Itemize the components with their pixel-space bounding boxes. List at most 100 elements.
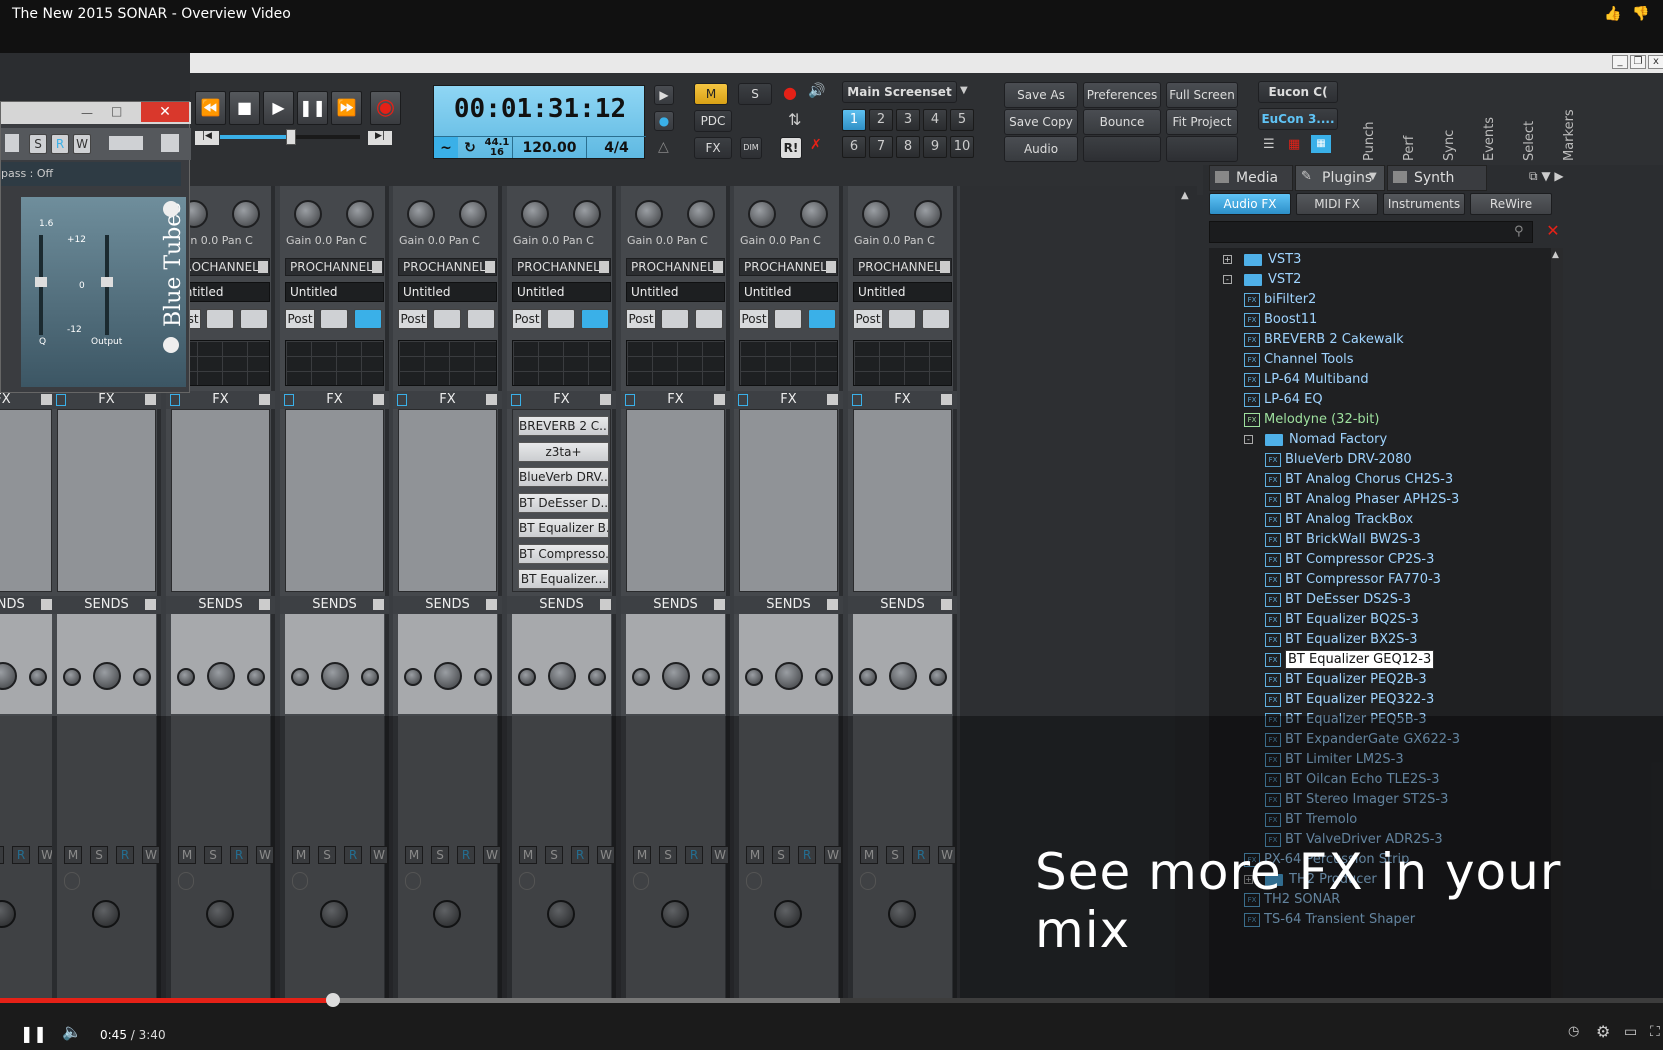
send-pan-knob[interactable] <box>291 668 309 686</box>
list-view-icon[interactable]: ☰ <box>1263 137 1275 152</box>
gear-icon[interactable] <box>163 201 179 217</box>
eucon-button-2[interactable]: EuCon 3.... <box>1258 108 1338 130</box>
prochannel-toggle-icon[interactable] <box>599 261 609 273</box>
tree-item[interactable]: FX BT Equalizer BQ2S-3 <box>1265 610 1419 630</box>
tree-item[interactable]: FX BT Analog Chorus CH2S-3 <box>1265 470 1453 490</box>
full-screen-button[interactable]: Full Screen <box>1166 82 1238 108</box>
send-level-knob[interactable] <box>321 662 349 690</box>
send-pan-knob[interactable] <box>518 668 536 686</box>
tree-folder[interactable]: - VST2 <box>1223 270 1301 290</box>
solo-button[interactable]: S <box>738 83 772 105</box>
power-icon[interactable] <box>354 309 382 329</box>
fx-bin-item[interactable]: BT Compresso... <box>518 543 609 564</box>
tree-item[interactable]: FX Channel Tools <box>1244 350 1354 370</box>
sends-bin[interactable] <box>0 614 52 714</box>
tree-item[interactable]: FX BT Compressor CP2S-3 <box>1265 550 1434 570</box>
preset-icon[interactable] <box>5 134 19 152</box>
minimize-icon[interactable]: — <box>81 106 93 120</box>
tree-item[interactable]: FX BREVERB 2 Cakewalk <box>1244 330 1404 350</box>
eq-graph[interactable] <box>398 340 497 386</box>
pause-icon[interactable]: ❚❚ <box>20 1024 47 1043</box>
save-copy-button[interactable]: Save Copy <box>1004 109 1078 135</box>
pan-knob[interactable] <box>800 200 828 228</box>
maximize-icon[interactable]: □ <box>111 104 122 118</box>
close-icon[interactable]: ✕ <box>141 102 189 122</box>
fx-power-icon[interactable] <box>625 394 635 406</box>
fx-bin[interactable] <box>398 409 497 592</box>
go-to-end-icon[interactable]: ▶| <box>368 131 392 145</box>
tree-item[interactable]: FX BT Equalizer PEQ2B-3 <box>1265 670 1427 690</box>
add-send-icon[interactable] <box>373 599 384 610</box>
add-fx-icon[interactable] <box>41 394 52 405</box>
record-arm-icon[interactable]: ● <box>783 83 797 102</box>
fx-power-icon[interactable] <box>284 394 294 406</box>
add-fx-icon[interactable] <box>600 394 611 405</box>
prochannel-toggle-icon[interactable] <box>940 261 950 273</box>
fx-bin-item[interactable]: BT Equalizer B... <box>518 518 609 538</box>
fx-bin-item[interactable]: BREVERB 2 C... <box>518 416 609 436</box>
fx-bin-item[interactable]: BT Equalizer... <box>518 569 609 589</box>
q-fader-thumb[interactable] <box>35 277 47 287</box>
stop-button[interactable]: ■ <box>229 91 260 125</box>
screenset-2[interactable]: 2 <box>869 109 893 131</box>
preset-field[interactable]: Untitled <box>853 282 952 302</box>
pin-icon[interactable] <box>161 134 179 152</box>
sends-bin[interactable] <box>512 614 611 714</box>
add-fx-icon[interactable] <box>941 394 952 405</box>
add-send-icon[interactable] <box>259 599 270 610</box>
send-pan-knob[interactable] <box>404 668 422 686</box>
watch-later-icon[interactable]: ◷ <box>1568 1024 1579 1039</box>
fit-project-button[interactable]: Fit Project <box>1166 109 1238 135</box>
screenset-selector[interactable]: Main Screenset <box>842 81 957 103</box>
power-icon[interactable] <box>467 309 495 329</box>
fx-bin[interactable] <box>0 409 52 592</box>
thumbs-down-icon[interactable]: 👎 <box>1632 6 1649 22</box>
post-button[interactable]: Post <box>739 309 769 329</box>
screenset-7[interactable]: 7 <box>869 136 893 158</box>
mute-button[interactable]: M <box>694 83 728 105</box>
expand-icon[interactable]: + <box>1223 255 1232 264</box>
screenset-3[interactable]: 3 <box>896 109 920 131</box>
fx-bin[interactable] <box>171 409 270 592</box>
eq-graph[interactable] <box>285 340 384 386</box>
eq-graph[interactable] <box>512 340 611 386</box>
screenset-10[interactable]: 10 <box>950 136 974 158</box>
tree-item[interactable]: FX BlueVerb DRV-2080 <box>1265 450 1412 470</box>
output-fader-thumb[interactable] <box>101 277 113 287</box>
sends-bin[interactable] <box>57 614 156 714</box>
tree-folder[interactable]: + VST3 <box>1223 250 1301 270</box>
filter-rewire[interactable]: ReWire <box>1470 193 1552 215</box>
theater-mode-icon[interactable]: ▭ <box>1624 1024 1637 1040</box>
tree-item[interactable]: FX BT Analog Phaser APH2S-3 <box>1265 490 1459 510</box>
save-as-button[interactable]: Save As <box>1004 82 1078 108</box>
metronome-icon[interactable]: ~ <box>434 136 458 158</box>
power-icon[interactable] <box>240 309 268 329</box>
tree-item[interactable]: FX LP-64 EQ <box>1244 390 1323 410</box>
search-icon[interactable]: ⚲ <box>1514 224 1524 239</box>
input-echo-icon[interactable]: 🔊 <box>808 83 825 99</box>
eq-enable-icon[interactable] <box>547 309 575 329</box>
go-to-start-icon[interactable]: |◀ <box>195 131 219 145</box>
audio-button[interactable]: Audio <box>1004 136 1078 162</box>
collapse-icon[interactable]: - <box>1223 275 1232 284</box>
fx-bin[interactable] <box>626 409 725 592</box>
add-send-icon[interactable] <box>41 599 52 610</box>
tree-item[interactable]: FX BT DeEsser DS2S-3 <box>1265 590 1411 610</box>
tempo[interactable]: 120.00 <box>512 136 586 158</box>
send-pan-knob[interactable] <box>63 668 81 686</box>
eq-enable-icon[interactable] <box>206 309 234 329</box>
sends-bin[interactable] <box>285 614 384 714</box>
prochannel-label[interactable]: PROCHANNEL <box>853 258 952 276</box>
add-fx-icon[interactable] <box>259 394 270 405</box>
fx-bin[interactable]: BREVERB 2 C... z3ta+ BlueVerb DRV... BT DeE… <box>512 409 611 592</box>
screenset-4[interactable]: 4 <box>923 109 947 131</box>
fx-power-icon[interactable] <box>56 394 66 406</box>
restore-button[interactable]: ❐ <box>1630 55 1646 69</box>
dim-button[interactable]: DIM <box>740 137 762 159</box>
add-fx-icon[interactable] <box>373 394 384 405</box>
send-pan-knob[interactable] <box>361 668 379 686</box>
eucon-button-1[interactable]: Eucon C( <box>1258 81 1338 103</box>
chevron-down-icon[interactable]: ▼ <box>960 85 968 96</box>
send-pan-knob[interactable] <box>859 668 877 686</box>
tree-item[interactable]: FX Boost11 <box>1244 310 1317 330</box>
